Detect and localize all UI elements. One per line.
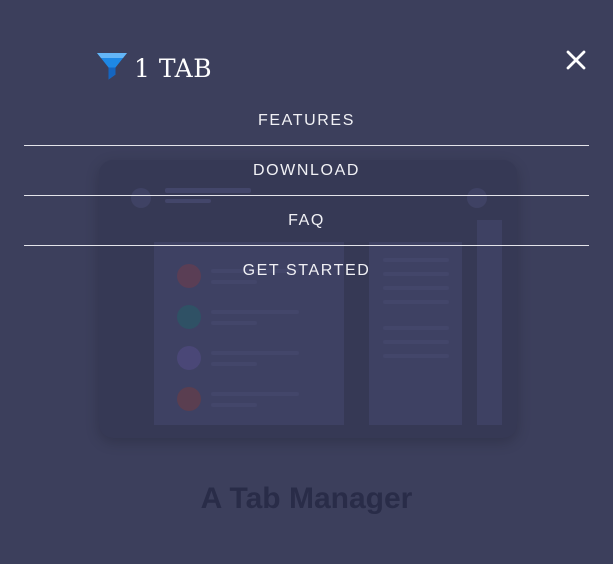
nav-menu: FEATURES DOWNLOAD FAQ GET STARTED: [24, 96, 589, 295]
menu-item-features[interactable]: FEATURES: [24, 96, 589, 145]
close-icon: [562, 50, 590, 78]
brand-name: 1 TAB: [134, 54, 213, 83]
funnel-icon: [96, 50, 128, 87]
mobile-menu-overlay: 1 TAB FEATURES DOWNLOAD FAQ GET STARTED: [0, 0, 613, 564]
brand-logo[interactable]: 1 TAB: [96, 50, 212, 87]
menu-item-get-started[interactable]: GET STARTED: [24, 246, 589, 295]
menu-item-download[interactable]: DOWNLOAD: [24, 146, 589, 195]
close-menu-button[interactable]: [562, 46, 590, 74]
menu-item-faq[interactable]: FAQ: [24, 196, 589, 245]
